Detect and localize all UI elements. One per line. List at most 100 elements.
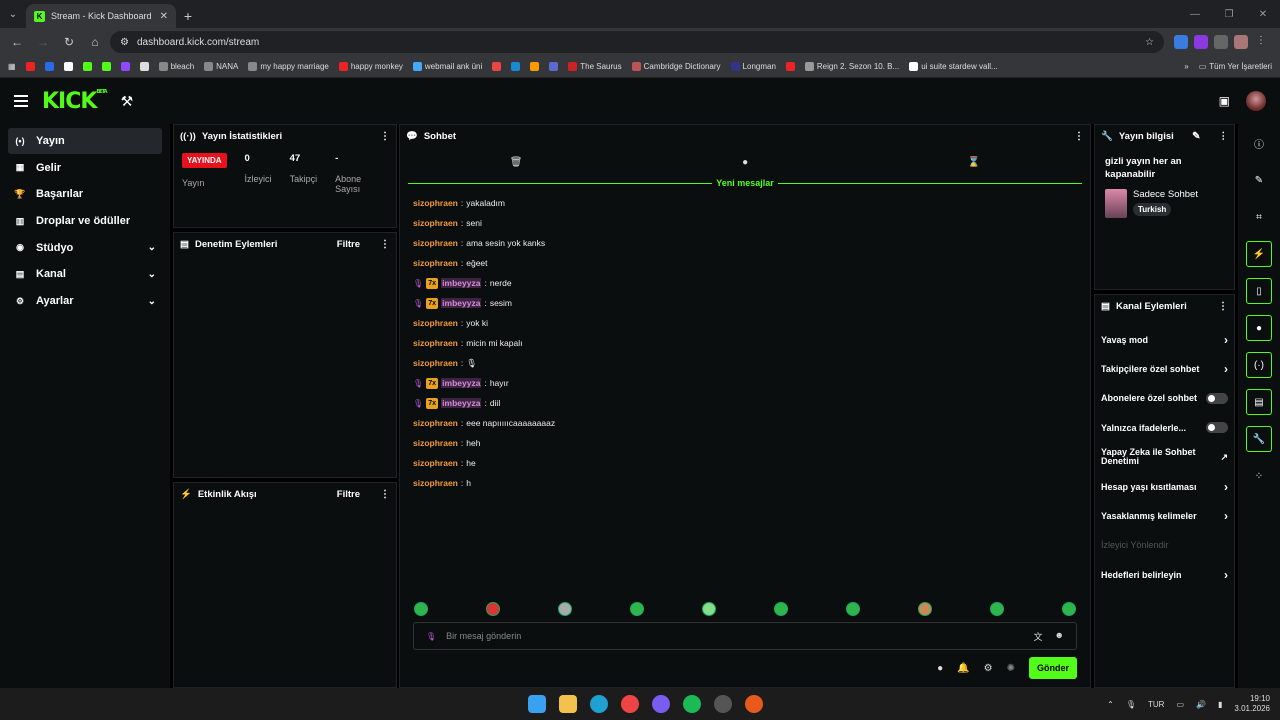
emote-icon[interactable]: [630, 602, 644, 616]
all-bookmarks[interactable]: ▭ Tüm Yer İşaretleri: [1199, 62, 1272, 71]
slow-mode-row[interactable]: Yavaş mod ›: [1095, 325, 1234, 354]
bookmark-icon[interactable]: [44, 62, 54, 71]
nav-item-achievements[interactable]: 🏆 Başarılar: [8, 181, 162, 207]
browser-tab[interactable]: K Stream - Kick Dashboard ✕: [26, 4, 176, 28]
bookmark-item[interactable]: The Saurus: [568, 62, 622, 71]
more-options-icon[interactable]: ⋮: [1074, 131, 1084, 142]
clock[interactable]: 19:10 3.01.2026: [1234, 694, 1270, 714]
forward-icon[interactable]: →: [32, 31, 54, 53]
extensions-puzzle-icon[interactable]: [1214, 35, 1228, 49]
extension-icon[interactable]: [1174, 35, 1188, 49]
tab-search-icon[interactable]: ⌄: [0, 0, 26, 28]
emote-icon[interactable]: [414, 602, 428, 616]
extension-icon[interactable]: [1194, 35, 1208, 49]
twitch-bookmark-icon[interactable]: [120, 62, 130, 71]
discord-icon[interactable]: [652, 695, 670, 713]
reload-icon[interactable]: ↻: [58, 31, 80, 53]
chat-username[interactable]: imbeyyza: [441, 378, 482, 388]
bookmark-item[interactable]: ui suite stardew vall...: [909, 62, 998, 71]
emote-icon[interactable]: [990, 602, 1004, 616]
bookmark-item[interactable]: Cambridge Dictionary: [631, 62, 721, 71]
bookmark-item[interactable]: my happy marriage: [248, 62, 329, 71]
chat-username[interactable]: sizophraen: [413, 198, 458, 208]
bookmark-icon[interactable]: [63, 62, 73, 71]
minimize-icon[interactable]: —: [1178, 0, 1212, 28]
gmail-bookmark-icon[interactable]: [492, 62, 502, 71]
microphone-icon[interactable]: 🎙: [426, 632, 436, 641]
emote-icon[interactable]: [702, 602, 716, 616]
keyboard-language[interactable]: TUR: [1148, 700, 1164, 709]
back-icon[interactable]: ←: [6, 31, 28, 53]
bookmark-item[interactable]: webmail ank üni: [412, 62, 482, 71]
hourglass-icon[interactable]: ⌛: [968, 157, 980, 168]
chat-settings-bubble-icon[interactable]: ●: [937, 663, 943, 674]
chat-input-box[interactable]: 🎙 Bir mesaj gönderin 文 ☻: [413, 622, 1077, 650]
emote-icon[interactable]: [1062, 602, 1076, 616]
emote-icon[interactable]: [774, 602, 788, 616]
emote-icon[interactable]: [486, 602, 500, 616]
filter-button[interactable]: Filtre: [337, 489, 360, 500]
chat-username[interactable]: sizophraen: [413, 358, 458, 368]
close-window-icon[interactable]: ✕: [1246, 0, 1280, 28]
nav-item-drops[interactable]: ▥ Droplar ve ödüller: [8, 208, 162, 234]
chat-username[interactable]: sizophraen: [413, 438, 458, 448]
ai-moderation-row[interactable]: Yapay Zeka ile Sohbet Denetimi ↗: [1095, 443, 1234, 472]
restore-icon[interactable]: ❐: [1212, 0, 1246, 28]
spotify-icon[interactable]: [683, 695, 701, 713]
nav-item-revenue[interactable]: ▦ Gelir: [8, 155, 162, 181]
pencil-icon[interactable]: ✎: [1246, 167, 1272, 193]
bell-icon[interactable]: 🔔: [957, 663, 969, 674]
obs-icon[interactable]: [714, 695, 732, 713]
more-options-icon[interactable]: ⋮: [380, 239, 390, 250]
chat-icon[interactable]: ●: [1246, 315, 1272, 341]
more-options-icon[interactable]: ⋮: [380, 489, 390, 500]
emoji-icon[interactable]: ☻: [1055, 630, 1064, 643]
nav-item-studio[interactable]: ◉ Stüdyo ⌄: [8, 235, 162, 261]
more-options-icon[interactable]: ⋮: [380, 131, 390, 142]
hammer-icon[interactable]: ⚒: [121, 93, 134, 110]
chat-username[interactable]: sizophraen: [413, 478, 458, 488]
nav-item-stream[interactable]: (•) Yayın: [8, 128, 162, 154]
user-avatar[interactable]: [1246, 91, 1266, 111]
hamburger-menu-icon[interactable]: [14, 95, 28, 107]
youtube-bookmark-icon[interactable]: [785, 62, 795, 71]
home-icon[interactable]: ⌂: [84, 31, 106, 53]
account-age-row[interactable]: Hesap yaşı kısıtlaması ›: [1095, 472, 1234, 501]
emote-icon[interactable]: [558, 602, 572, 616]
subscribers-only-toggle[interactable]: [1206, 392, 1228, 404]
gear-icon[interactable]: ⚙: [984, 663, 993, 674]
profile-icon[interactable]: [1234, 35, 1248, 49]
teams-bookmark-icon[interactable]: [549, 62, 559, 71]
chrome-icon[interactable]: [621, 695, 639, 713]
chat-username[interactable]: sizophraen: [413, 418, 458, 428]
url-field[interactable]: ⚙ dashboard.kick.com/stream ☆: [110, 31, 1164, 53]
bookmark-icon[interactable]: [139, 62, 149, 71]
broadcast-icon[interactable]: (·): [1246, 352, 1272, 378]
set-goals-row[interactable]: Hedefleri belirleyin ›: [1095, 560, 1234, 589]
battery-icon[interactable]: ▮: [1218, 700, 1222, 709]
file-explorer-icon[interactable]: [559, 695, 577, 713]
apps-icon[interactable]: ▦: [8, 62, 16, 71]
layout-icon[interactable]: ▤: [1246, 389, 1272, 415]
volume-icon[interactable]: 🔊: [1196, 700, 1206, 709]
chat-username[interactable]: sizophraen: [413, 258, 458, 268]
info-icon[interactable]: ⓘ: [1246, 130, 1272, 156]
followers-only-row[interactable]: Takipçilere özel sohbet ›: [1095, 354, 1234, 383]
widgets-icon[interactable]: ⁘: [1246, 463, 1272, 489]
document-icon[interactable]: ▯: [1246, 278, 1272, 304]
chat-username[interactable]: imbeyyza: [441, 278, 482, 288]
youtube-bookmark-icon[interactable]: [25, 62, 35, 71]
new-tab-button[interactable]: +: [176, 4, 200, 28]
bookmark-star-icon[interactable]: ☆: [1145, 37, 1154, 48]
bookmark-item[interactable]: bleach: [158, 62, 194, 71]
chat-username[interactable]: sizophraen: [413, 338, 458, 348]
bookmark-item[interactable]: Longman: [730, 62, 776, 71]
app-icon[interactable]: [745, 695, 763, 713]
chat-bubble-icon[interactable]: ●: [742, 157, 748, 168]
edge-icon[interactable]: [590, 695, 608, 713]
chat-input-placeholder[interactable]: Bir mesaj gönderin: [446, 631, 521, 641]
bookmark-item[interactable]: NANA: [204, 62, 238, 71]
nav-item-settings[interactable]: ⚙ Ayarlar ⌄: [8, 288, 162, 314]
more-options-icon[interactable]: ⋮: [1218, 301, 1228, 312]
bookmarks-overflow-icon[interactable]: »: [1184, 62, 1188, 71]
